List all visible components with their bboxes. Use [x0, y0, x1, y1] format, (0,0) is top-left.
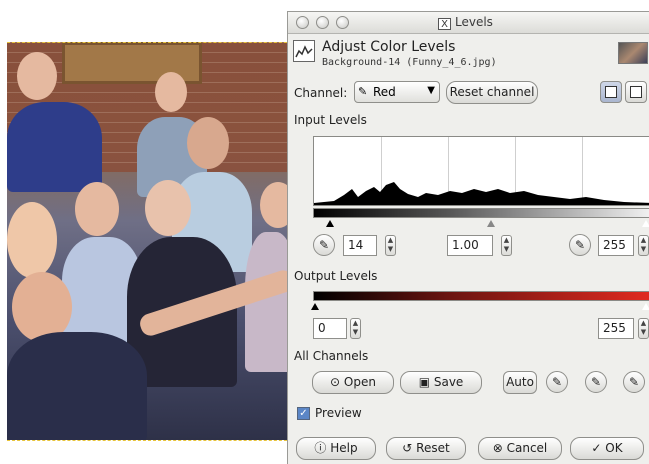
preview-checkbox[interactable]: ✓: [297, 407, 310, 420]
levels-dialog: X Levels Adjust Color Levels Background-1…: [287, 11, 649, 464]
channel-dropper-icon: ✎: [358, 85, 368, 98]
image-thumbnail: [618, 42, 648, 64]
histogram: [313, 136, 649, 206]
input-high-field[interactable]: 255: [598, 235, 634, 256]
titlebar[interactable]: X Levels: [288, 12, 649, 34]
linear-histogram-button[interactable]: [600, 81, 622, 103]
output-low-handle[interactable]: [311, 303, 319, 310]
all-channels-label: All Channels: [294, 349, 369, 363]
reset-channel-button[interactable]: Reset channel: [446, 81, 538, 104]
cancel-button[interactable]: ⊗ Cancel: [478, 437, 562, 460]
input-levels-label: Input Levels: [294, 113, 367, 127]
pick-black-all-button[interactable]: ✎: [546, 371, 568, 393]
help-label: Help: [330, 441, 358, 455]
save-label: Save: [433, 375, 464, 389]
levels-icon: [293, 40, 315, 62]
output-low-field[interactable]: 0: [313, 318, 347, 339]
logarithmic-histogram-button[interactable]: [625, 81, 647, 103]
input-low-handle[interactable]: [326, 220, 334, 227]
cancel-label: Cancel: [506, 441, 548, 455]
selection-border-bottom: [7, 440, 297, 441]
open-button[interactable]: ⊙ Open: [312, 371, 394, 394]
ok-check-icon: ✓: [591, 441, 606, 455]
help-button[interactable]: ⓘ Help: [296, 437, 376, 460]
open-label: Open: [343, 375, 376, 389]
input-low-field[interactable]: 14: [343, 235, 377, 256]
pick-gray-all-button[interactable]: ✎: [585, 371, 607, 393]
window-title-wrap: X Levels: [438, 15, 493, 30]
channel-select[interactable]: ✎ Red ▼: [354, 81, 440, 103]
ok-button[interactable]: ✓ OK: [570, 437, 644, 460]
input-gamma-field[interactable]: 1.00: [447, 235, 493, 256]
output-high-field[interactable]: 255: [598, 318, 634, 339]
channel-label: Channel:: [294, 86, 348, 100]
save-disk-icon: ▣: [418, 375, 434, 389]
input-low-spinner[interactable]: ▲ ▼: [385, 235, 396, 256]
pick-white-all-button[interactable]: ✎: [623, 371, 645, 393]
close-icon[interactable]: [296, 16, 309, 29]
reset-label: Reset: [416, 441, 450, 455]
help-icon: ⓘ: [314, 441, 331, 455]
chevron-down-icon: ▼: [427, 85, 435, 96]
pick-white-point-button[interactable]: ✎: [569, 234, 591, 256]
input-gradient-bar: [313, 208, 649, 218]
input-gamma-handle[interactable]: [487, 220, 495, 227]
input-high-handle[interactable]: [642, 220, 649, 227]
reset-button[interactable]: ↺ Reset: [386, 437, 466, 460]
cancel-icon: ⊗: [492, 441, 507, 455]
selection-border-top: [7, 42, 297, 43]
auto-button[interactable]: Auto: [503, 371, 537, 394]
screen: X Levels Adjust Color Levels Background-1…: [0, 0, 649, 464]
window-title: Levels: [455, 15, 493, 29]
reset-icon: ↺: [402, 441, 417, 455]
minimize-icon[interactable]: [316, 16, 329, 29]
save-button[interactable]: ▣ Save: [400, 371, 482, 394]
input-gamma-spinner[interactable]: ▲ ▼: [501, 235, 512, 256]
photo: [7, 42, 297, 440]
dialog-title: Adjust Color Levels: [322, 39, 456, 55]
output-high-handle[interactable]: [642, 303, 649, 310]
output-low-spinner[interactable]: ▲ ▼: [350, 318, 361, 339]
ok-label: OK: [605, 441, 623, 455]
maximize-icon[interactable]: [336, 16, 349, 29]
pick-black-point-button[interactable]: ✎: [313, 234, 335, 256]
x11-icon: X: [438, 18, 451, 30]
input-high-spinner[interactable]: ▲ ▼: [638, 235, 649, 256]
preview-label[interactable]: Preview: [315, 406, 362, 420]
channel-value: Red: [373, 85, 396, 99]
output-levels-label: Output Levels: [294, 269, 378, 283]
open-folder-icon: ⊙: [330, 375, 344, 389]
dialog-subtitle: Background-14 (Funny_4_6.jpg): [322, 57, 497, 68]
output-gradient-bar: [313, 291, 649, 301]
output-high-spinner[interactable]: ▲ ▼: [638, 318, 649, 339]
